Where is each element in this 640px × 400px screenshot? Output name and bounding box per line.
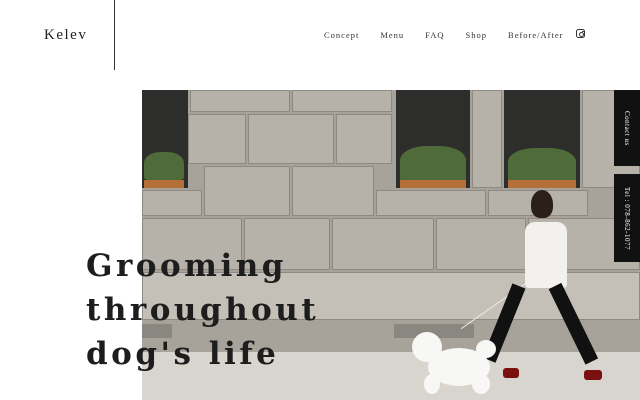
nav-item-faq[interactable]: FAQ	[425, 30, 444, 40]
planter-box	[508, 180, 576, 188]
wall-stone	[436, 218, 526, 270]
nav-item-concept[interactable]: Concept	[324, 30, 359, 40]
woman-figure	[525, 222, 567, 288]
wall-stone	[188, 114, 246, 164]
wall-stone	[142, 190, 202, 216]
main-nav: Concept Menu FAQ Shop Before/After	[324, 30, 585, 40]
contact-us-tab[interactable]: Contact us	[614, 90, 640, 166]
woman-figure	[584, 370, 602, 380]
wall-stone	[376, 190, 486, 216]
planter-box	[144, 180, 184, 188]
hero-headline: Grooming throughout dog's life	[86, 244, 319, 376]
wall-stone	[332, 218, 434, 270]
wall-stone	[336, 114, 392, 164]
wall-stone	[292, 166, 374, 216]
nav-item-shop[interactable]: Shop	[466, 30, 487, 40]
nav-item-before-after[interactable]: Before/After	[508, 30, 563, 40]
nav-item-menu[interactable]: Menu	[380, 30, 404, 40]
wall-stone	[190, 90, 290, 112]
headline-line: Grooming	[86, 248, 287, 284]
headline-line: dog's life	[86, 336, 280, 372]
white-poodle	[410, 330, 506, 394]
contact-us-label: Contact us	[623, 110, 631, 146]
wall-stone	[248, 114, 334, 164]
woman-figure	[531, 190, 553, 218]
planter-box	[400, 180, 466, 188]
wall-stone	[292, 90, 392, 112]
logo-divider	[114, 0, 115, 70]
headline-line: throughout	[86, 292, 320, 328]
wall-stone	[204, 166, 290, 216]
wall-stone	[472, 90, 502, 188]
brand-logo[interactable]: Kelev	[44, 27, 87, 44]
telephone-label: Tel : 078-862-1077	[623, 186, 631, 250]
planter	[400, 146, 466, 182]
planter	[508, 148, 576, 182]
instagram-icon[interactable]	[576, 29, 585, 38]
telephone-tab[interactable]: Tel : 078-862-1077	[614, 174, 640, 262]
planter	[144, 152, 184, 180]
